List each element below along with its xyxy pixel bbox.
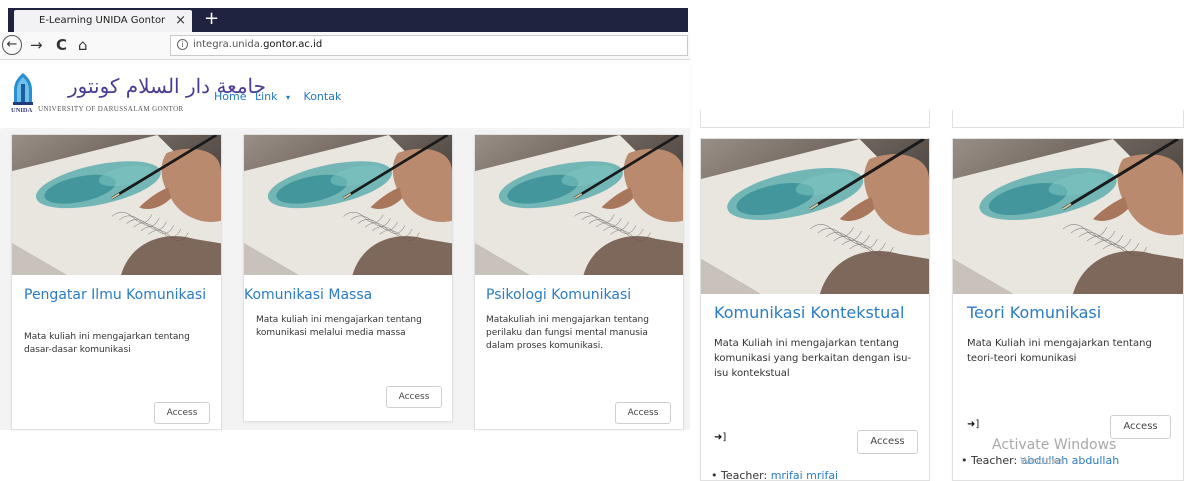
menu-link-label: Link — [254, 90, 278, 103]
enrol-icon: ➜] — [967, 419, 980, 430]
access-button[interactable]: Access — [386, 386, 442, 408]
reload-icon[interactable]: C — [56, 36, 67, 54]
tab-close-icon[interactable]: × — [175, 13, 186, 28]
course-image[interactable] — [953, 139, 1183, 294]
course-card: Pengatar Ilmu Komunikasi Mata kuliah ini… — [11, 134, 222, 430]
access-button[interactable]: Access — [154, 402, 210, 424]
menu-kontak-link[interactable]: Kontak — [304, 90, 342, 103]
previous-card-stub — [952, 110, 1184, 128]
teacher-label: Teacher: — [971, 454, 1018, 467]
unida-logo-icon[interactable] — [12, 72, 34, 106]
course-description: Matakuliah ini mengajarkan tentang peril… — [486, 315, 649, 351]
course-card: Komunikasi Kontekstual Mata Kuliah ini m… — [700, 138, 930, 481]
logo-short-text: UNIDA — [11, 107, 33, 114]
course-title-link[interactable]: Teori Komunikasi — [967, 304, 1177, 322]
course-title-link[interactable]: Komunikasi Massa — [244, 287, 444, 303]
course-image[interactable] — [475, 135, 683, 275]
back-icon[interactable]: ← — [2, 35, 22, 55]
menu-home-link[interactable]: Home — [214, 90, 246, 103]
new-tab-button[interactable]: + — [204, 9, 219, 29]
course-description: Mata kuliah ini mengajarkan tentang komu… — [256, 315, 422, 338]
previous-card-stub — [700, 110, 930, 128]
browser-tab[interactable]: E-Learning UNIDA Gontor × — [14, 10, 192, 32]
info-icon[interactable]: i — [177, 39, 188, 50]
url-prefix: integra.unida. — [193, 39, 264, 50]
teacher-label: Teacher: — [721, 469, 768, 481]
menu-link-dropdown[interactable]: Link ▾ — [255, 90, 295, 103]
caret-down-icon: ▾ — [286, 93, 291, 102]
course-image[interactable] — [12, 135, 221, 275]
course-description: Mata kuliah ini mengajarkan tentang dasa… — [24, 332, 190, 355]
access-button[interactable]: Access — [615, 402, 671, 424]
windows-activation-watermark: Activate Windows — [992, 437, 1117, 453]
home-icon[interactable]: ⌂ — [78, 36, 88, 54]
forward-icon[interactable]: → — [30, 36, 43, 54]
windows-activation-watermark-subtext: Windows. — [1020, 456, 1068, 467]
site-header: UNIDA جامعة دار السلام كونتور UNIVERSITY… — [0, 62, 690, 128]
teacher-line: • Teacher: mrifai mrifai — [711, 469, 839, 481]
course-image[interactable] — [244, 135, 452, 275]
course-title-link[interactable]: Pengatar Ilmu Komunikasi — [24, 287, 214, 303]
course-card: Teori Komunikasi Mata Kuliah ini mengaja… — [952, 138, 1184, 481]
browser-toolbar: ← → C ⌂ i integra.unida.gontor.ac.id — [0, 32, 690, 60]
tab-title: E-Learning UNIDA Gontor — [39, 15, 166, 26]
url-domain: gontor.ac.id — [263, 39, 323, 50]
access-button[interactable]: Access — [1110, 415, 1171, 439]
access-button[interactable]: Access — [857, 430, 918, 454]
screenshot-stage: { "browser": { "tab_title": "E-Learning … — [0, 0, 1184, 481]
course-card: Psikologi Komunikasi Matakuliah ini meng… — [474, 134, 684, 430]
main-menu: Home Link ▾ Kontak — [214, 90, 346, 103]
course-card: Komunikasi Massa Mata kuliah ini mengaja… — [243, 134, 453, 422]
enrol-icon: ➜] — [714, 432, 727, 443]
browser-tab-bar: E-Learning UNIDA Gontor × + — [8, 8, 688, 32]
logo-english-text: UNIVERSITY OF DARUSSALAM GONTOR — [38, 105, 184, 113]
course-description: Mata Kuliah ini mengajarkan tentang komu… — [714, 338, 912, 379]
course-title-link[interactable]: Psikologi Komunikasi — [486, 287, 681, 303]
course-image[interactable] — [701, 139, 929, 294]
course-title-link[interactable]: Komunikasi Kontekstual — [714, 304, 924, 322]
teacher-name-link[interactable]: mrifai mrifai — [771, 469, 838, 480]
url-bar[interactable]: i integra.unida.gontor.ac.id — [170, 35, 688, 56]
course-description: Mata Kuliah ini mengajarkan tentang teor… — [967, 338, 1152, 364]
